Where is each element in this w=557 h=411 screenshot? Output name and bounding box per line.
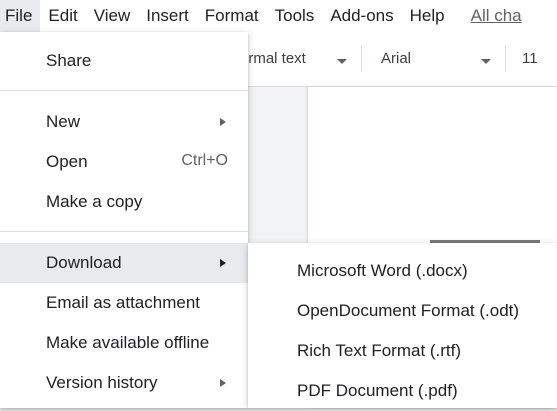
submenu-arrow-icon bbox=[220, 379, 226, 387]
submenu-arrow-icon bbox=[220, 259, 226, 267]
menu-item-make-copy[interactable]: Make a copy bbox=[0, 182, 248, 222]
download-submenu: Microsoft Word (.docx) OpenDocument Form… bbox=[248, 243, 557, 408]
menu-item-label: Download bbox=[46, 253, 122, 272]
download-rtf[interactable]: Rich Text Format (.rtf) bbox=[248, 331, 557, 371]
menu-item-open[interactable]: Open Ctrl+O bbox=[0, 142, 248, 182]
font-family-dropdown[interactable]: Arial bbox=[381, 50, 411, 67]
submenu-item-label: Microsoft Word (.docx) bbox=[297, 261, 468, 280]
menu-item-label: Version history bbox=[46, 373, 158, 392]
submenu-item-label: PDF Document (.pdf) bbox=[297, 381, 458, 400]
last-edit-link[interactable]: All cha bbox=[453, 0, 530, 32]
menu-tools[interactable]: Tools bbox=[267, 0, 323, 32]
menu-item-label: Open bbox=[46, 152, 88, 171]
submenu-item-label: Rich Text Format (.rtf) bbox=[297, 341, 462, 360]
menu-item-download[interactable]: Download bbox=[0, 243, 248, 283]
download-odt[interactable]: OpenDocument Format (.odt) bbox=[248, 291, 557, 331]
font-size-field[interactable]: 11 bbox=[522, 50, 538, 67]
menu-item-shortcut: Ctrl+O bbox=[181, 152, 228, 169]
menu-item-email-attachment[interactable]: Email as attachment bbox=[0, 283, 248, 323]
download-pdf[interactable]: PDF Document (.pdf) bbox=[248, 371, 557, 411]
menu-view[interactable]: View bbox=[86, 0, 139, 32]
submenu-arrow-icon bbox=[220, 118, 226, 126]
menu-item-new[interactable]: New bbox=[0, 102, 248, 142]
toolbar-separator bbox=[505, 46, 506, 72]
menubar: File Edit View Insert Format Tools Add-o… bbox=[0, 0, 557, 32]
menu-item-label: Make a copy bbox=[46, 192, 143, 211]
submenu-item-label: OpenDocument Format (.odt) bbox=[297, 301, 520, 320]
menu-item-label: Make available offline bbox=[46, 333, 210, 352]
paragraph-style-dropdown[interactable]: ormal text bbox=[240, 50, 306, 67]
font-caret-icon[interactable] bbox=[481, 59, 491, 64]
menu-divider bbox=[0, 90, 248, 91]
menu-item-label: Email as attachment bbox=[46, 293, 201, 312]
menu-edit[interactable]: Edit bbox=[40, 0, 85, 32]
file-menu: Share New Open Ctrl+O Make a copy Downlo… bbox=[0, 32, 248, 408]
style-caret-icon[interactable] bbox=[337, 59, 347, 64]
menu-insert[interactable]: Insert bbox=[138, 0, 197, 32]
menu-format[interactable]: Format bbox=[197, 0, 267, 32]
toolbar-separator bbox=[361, 46, 362, 72]
menu-item-label: Share bbox=[46, 51, 92, 70]
menu-item-share[interactable]: Share bbox=[0, 41, 248, 81]
menu-help[interactable]: Help bbox=[402, 0, 453, 32]
menu-divider bbox=[0, 231, 248, 232]
menu-item-label: New bbox=[46, 112, 81, 131]
menu-file[interactable]: File bbox=[0, 0, 41, 32]
menu-add-ons[interactable]: Add-ons bbox=[322, 0, 401, 32]
menu-item-make-offline[interactable]: Make available offline bbox=[0, 323, 248, 363]
download-docx[interactable]: Microsoft Word (.docx) bbox=[248, 251, 557, 291]
menu-item-version-history[interactable]: Version history bbox=[0, 363, 248, 403]
